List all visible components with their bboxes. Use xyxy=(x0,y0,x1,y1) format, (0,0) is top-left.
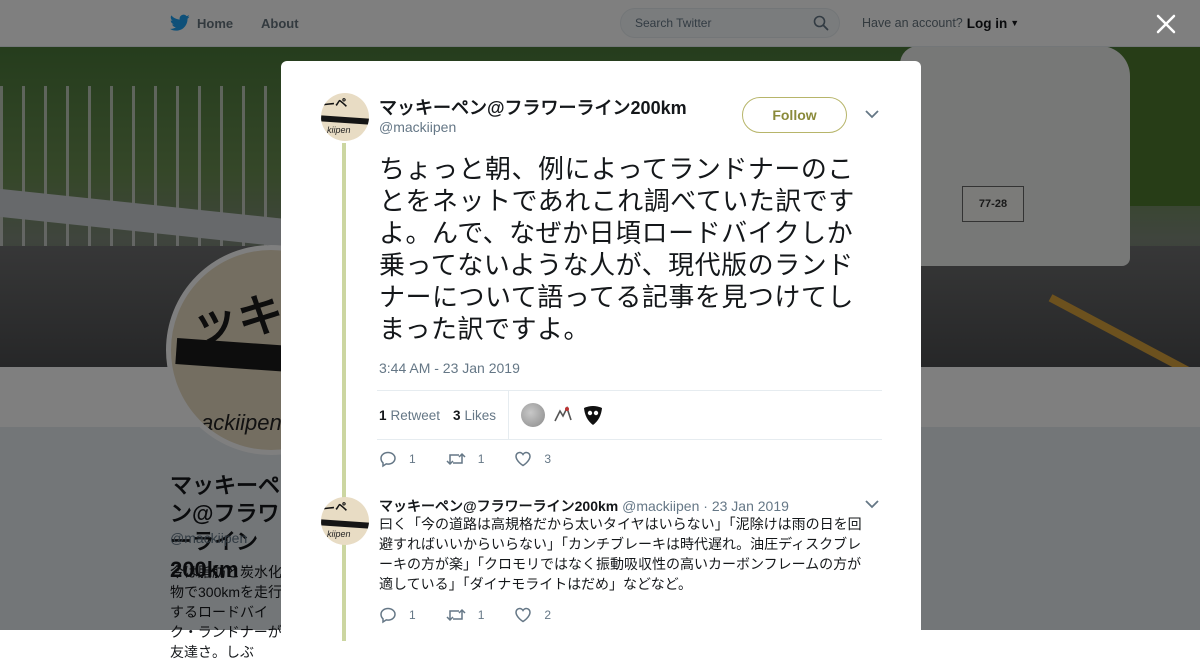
author-name[interactable]: マッキーペン@フラワーライン200km xyxy=(379,94,687,120)
tweet-permalink-modal: ーペ kiipen マッキーペン@フラワーライン200km @mackiipen … xyxy=(281,61,921,641)
reply-separator: · xyxy=(703,498,708,514)
retweet-count-link[interactable]: 1 Retweet xyxy=(379,391,440,439)
heart-icon xyxy=(515,607,532,623)
reply-action[interactable]: 1 xyxy=(379,606,416,624)
retweet-action[interactable]: 1 xyxy=(446,606,485,624)
retweet-label: Retweet xyxy=(390,407,441,423)
reply-header: マッキーペン@フラワーライン200km @mackiipen · 23 Jan … xyxy=(379,496,789,516)
reply-author-avatar[interactable]: ーペ kiipen xyxy=(321,497,369,545)
close-icon[interactable] xyxy=(1152,10,1180,38)
reply-action[interactable]: 1 xyxy=(379,450,416,468)
liker-avatar[interactable] xyxy=(581,403,605,427)
chevron-down-icon[interactable] xyxy=(865,109,879,119)
liker-avatars xyxy=(521,403,605,427)
reply-text: 曰く「今の道路は高規格だから太いタイヤはいらない」「泥除けは雨の日を回避すればい… xyxy=(379,516,862,592)
like-count: 2 xyxy=(544,608,552,622)
likes-count-link[interactable]: 3 Likes xyxy=(453,391,496,439)
retweet-action-count: 1 xyxy=(477,608,485,622)
thread-connector-line xyxy=(342,143,346,641)
retweet-action-count: 1 xyxy=(477,452,485,466)
reply-count: 1 xyxy=(409,452,416,466)
tweet-timestamp[interactable]: 3:44 AM - 23 Jan 2019 xyxy=(379,360,520,376)
liker-avatar[interactable] xyxy=(551,403,575,427)
retweet-action[interactable]: 1 xyxy=(446,450,485,468)
like-action[interactable]: 3 xyxy=(514,450,551,468)
likes-label: Likes xyxy=(464,407,497,423)
author-handle[interactable]: @mackiipen xyxy=(379,119,456,135)
reply-date[interactable]: 23 Jan 2019 xyxy=(712,498,789,514)
reply-actions: 1 1 2 xyxy=(379,604,581,626)
retweet-icon xyxy=(446,608,466,622)
reply-icon xyxy=(380,451,396,468)
reply-count: 1 xyxy=(409,608,416,622)
liker-avatar[interactable] xyxy=(521,403,545,427)
author-avatar[interactable]: ーペ kiipen xyxy=(321,93,369,141)
likes-count: 3 xyxy=(453,407,461,423)
like-count: 3 xyxy=(544,452,552,466)
chevron-down-icon[interactable] xyxy=(865,499,879,509)
retweet-count: 1 xyxy=(379,407,387,423)
tweet-actions: 1 1 3 xyxy=(379,448,581,470)
reply-author-name[interactable]: マッキーペン@フラワーライン200km xyxy=(379,498,618,514)
tweet-text: ちょっと朝、例によってランドナーのことをネットであれこれ調べていた訳ですよ。んで… xyxy=(379,155,855,345)
heart-icon xyxy=(515,451,532,467)
retweet-icon xyxy=(446,452,466,466)
reply-author-handle[interactable]: @mackiipen xyxy=(622,498,699,514)
like-action[interactable]: 2 xyxy=(514,606,551,624)
stats-divider xyxy=(508,391,509,439)
tweet-stats: 1 Retweet 3 Likes xyxy=(377,390,882,440)
follow-button[interactable]: Follow xyxy=(742,97,847,133)
reply-icon xyxy=(380,607,396,624)
